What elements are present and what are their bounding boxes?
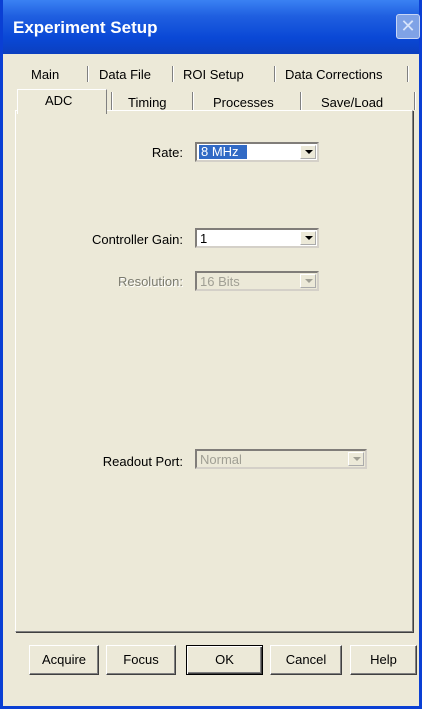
- chevron-down-icon: [348, 452, 364, 466]
- controller-gain-select[interactable]: 1: [195, 228, 319, 248]
- tab-main[interactable]: Main: [31, 67, 59, 82]
- rate-label: Rate:: [151, 145, 183, 160]
- tab-adc[interactable]: ADC: [45, 93, 72, 108]
- help-button[interactable]: Help: [350, 645, 417, 675]
- tab-separator: [300, 92, 301, 110]
- controller-gain-value: 1: [200, 231, 208, 246]
- resolution-select: 16 Bits: [195, 271, 319, 291]
- tab-separator: [111, 92, 112, 110]
- tab-data-file[interactable]: Data File: [99, 67, 151, 82]
- resolution-value: 16 Bits: [200, 274, 240, 289]
- close-button[interactable]: ✕: [396, 14, 420, 39]
- tab-panel: [15, 110, 413, 632]
- readout-port-select: Normal: [195, 449, 367, 469]
- chevron-down-icon[interactable]: [300, 231, 316, 245]
- window-title: Experiment Setup: [13, 18, 158, 37]
- tab-processes[interactable]: Processes: [213, 95, 274, 110]
- tab-timing[interactable]: Timing: [128, 95, 167, 110]
- tab-roi-setup[interactable]: ROI Setup: [183, 67, 244, 82]
- acquire-button[interactable]: Acquire: [29, 645, 99, 675]
- cancel-button[interactable]: Cancel: [270, 645, 342, 675]
- ok-button[interactable]: OK: [186, 645, 263, 675]
- tab-save-load[interactable]: Save/Load: [321, 95, 383, 110]
- chevron-down-icon[interactable]: [300, 145, 316, 159]
- chevron-down-icon: [300, 274, 316, 288]
- tab-separator: [407, 66, 408, 82]
- controller-gain-label: Controller Gain:: [91, 232, 183, 247]
- tab-separator: [87, 66, 88, 82]
- tab-separator: [172, 66, 173, 82]
- resolution-label: Resolution:: [117, 274, 183, 289]
- tab-separator: [192, 92, 193, 110]
- focus-button[interactable]: Focus: [106, 645, 176, 675]
- experiment-setup-dialog: Experiment Setup ✕ Main Data File ROI Se…: [0, 0, 422, 709]
- rate-select[interactable]: 8 MHz: [195, 142, 319, 162]
- tab-separator: [414, 92, 415, 110]
- tab-data-corrections[interactable]: Data Corrections: [285, 67, 383, 82]
- rate-value: 8 MHz: [199, 145, 247, 159]
- tab-separator: [274, 66, 275, 82]
- readout-port-value: Normal: [200, 452, 242, 467]
- readout-port-label: Readout Port:: [102, 454, 183, 469]
- title-bar: Experiment Setup ✕: [3, 0, 420, 54]
